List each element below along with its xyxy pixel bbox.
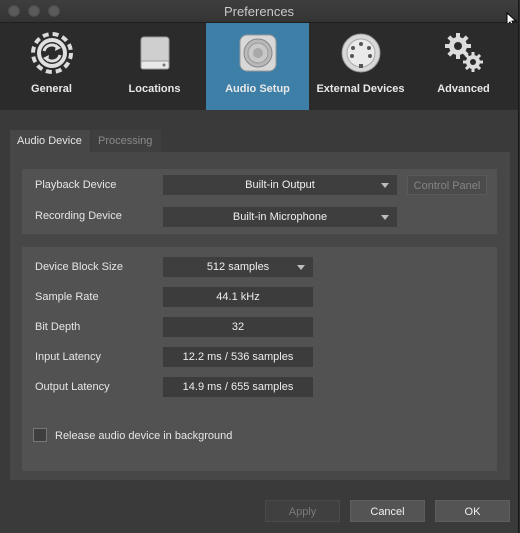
block-size-value: 512 samples <box>206 261 270 273</box>
recording-device-dropdown[interactable]: Built-in Microphone <box>163 207 397 227</box>
input-latency-value: 12.2 ms / 536 samples <box>163 347 313 367</box>
toolbar-label-audio-setup: Audio Setup <box>225 83 290 95</box>
chevron-down-icon <box>381 183 389 188</box>
device-selection-group: Playback Device Built-in Output Control … <box>22 169 497 234</box>
release-device-label: Release audio device in background <box>55 430 233 442</box>
output-latency-label: Output Latency <box>35 381 110 393</box>
cancel-button[interactable]: Cancel <box>350 500 425 522</box>
toolbar-item-audio-setup[interactable]: Audio Setup <box>206 23 309 110</box>
window-title: Preferences <box>223 4 295 19</box>
audio-device-panel: Playback Device Built-in Output Control … <box>10 152 510 480</box>
preferences-toolbar: General Locations Audio Setup External D… <box>0 23 518 110</box>
ok-button[interactable]: OK <box>435 500 510 522</box>
sample-rate-value: 44.1 kHz <box>163 287 313 307</box>
output-latency-value: 14.9 ms / 655 samples <box>163 377 313 397</box>
playback-device-dropdown[interactable]: Built-in Output <box>163 175 397 195</box>
playback-device-label: Playback Device <box>35 179 117 191</box>
device-settings-group: Device Block Size 512 samples Sample Rat… <box>22 247 497 471</box>
toolbar-label-advanced: Advanced <box>437 83 490 95</box>
toolbar-item-external-devices[interactable]: External Devices <box>309 23 412 110</box>
drive-icon <box>140 36 169 70</box>
tab-processing[interactable]: Processing <box>91 130 161 152</box>
block-size-dropdown[interactable]: 512 samples <box>163 257 313 277</box>
preferences-content: Audio Device Processing Playback Device … <box>0 110 518 533</box>
sync-icon <box>30 32 73 74</box>
recording-device-label: Recording Device <box>35 210 122 222</box>
toolbar-label-external-devices: External Devices <box>316 83 405 95</box>
toolbar-label-general: General <box>31 83 72 95</box>
title-bar: Preferences <box>0 0 518 23</box>
control-panel-button[interactable]: Control Panel <box>407 175 487 195</box>
block-size-label: Device Block Size <box>35 261 124 273</box>
bit-depth-label: Bit Depth <box>35 321 81 333</box>
speaker-icon <box>239 34 276 72</box>
sample-rate-label: Sample Rate <box>35 291 99 303</box>
release-device-checkbox[interactable] <box>33 428 47 442</box>
chevron-down-icon <box>381 215 389 220</box>
recording-device-value: Built-in Microphone <box>232 211 328 223</box>
toolbar-item-advanced[interactable]: Advanced <box>412 23 515 110</box>
toolbar-item-general[interactable]: General <box>0 23 103 110</box>
apply-button[interactable]: Apply <box>265 500 340 522</box>
tab-audio-device[interactable]: Audio Device <box>10 130 90 152</box>
toolbar-label-locations: Locations <box>128 83 181 95</box>
chevron-down-icon <box>297 265 305 270</box>
toolbar-item-locations[interactable]: Locations <box>103 23 206 110</box>
playback-device-value: Built-in Output <box>245 179 315 191</box>
preferences-window: Preferences General Locations Audio Setu… <box>0 0 519 533</box>
midi-connector-icon <box>341 33 380 73</box>
input-latency-label: Input Latency <box>35 351 102 363</box>
bit-depth-value: 32 <box>163 317 313 337</box>
gears-icon <box>444 33 483 72</box>
